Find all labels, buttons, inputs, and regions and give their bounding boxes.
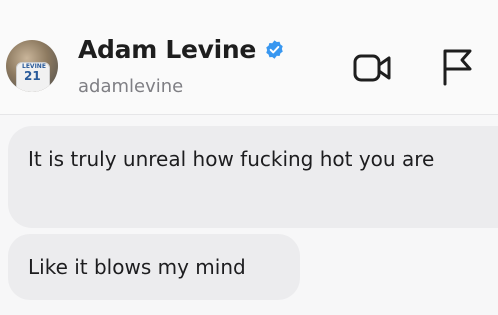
conversation-header: LEVINE 21 Adam Levine adamlevine (0, 0, 498, 115)
message-bubble[interactable]: It is truly unreal how fucking hot you a… (8, 126, 498, 228)
name-row[interactable]: Adam Levine (78, 34, 285, 64)
flag-icon[interactable] (440, 48, 474, 86)
video-camera-icon[interactable] (352, 52, 392, 84)
avatar[interactable]: LEVINE 21 (6, 40, 58, 92)
display-name: Adam Levine (78, 34, 257, 64)
message-bubble[interactable]: Like it blows my mind (8, 234, 300, 300)
avatar-jersey-number: 21 (24, 69, 41, 83)
username: adamlevine (78, 76, 184, 97)
verified-badge-icon (266, 39, 283, 59)
dm-conversation-screen: LEVINE 21 Adam Levine adamlevine It is t… (0, 0, 498, 315)
